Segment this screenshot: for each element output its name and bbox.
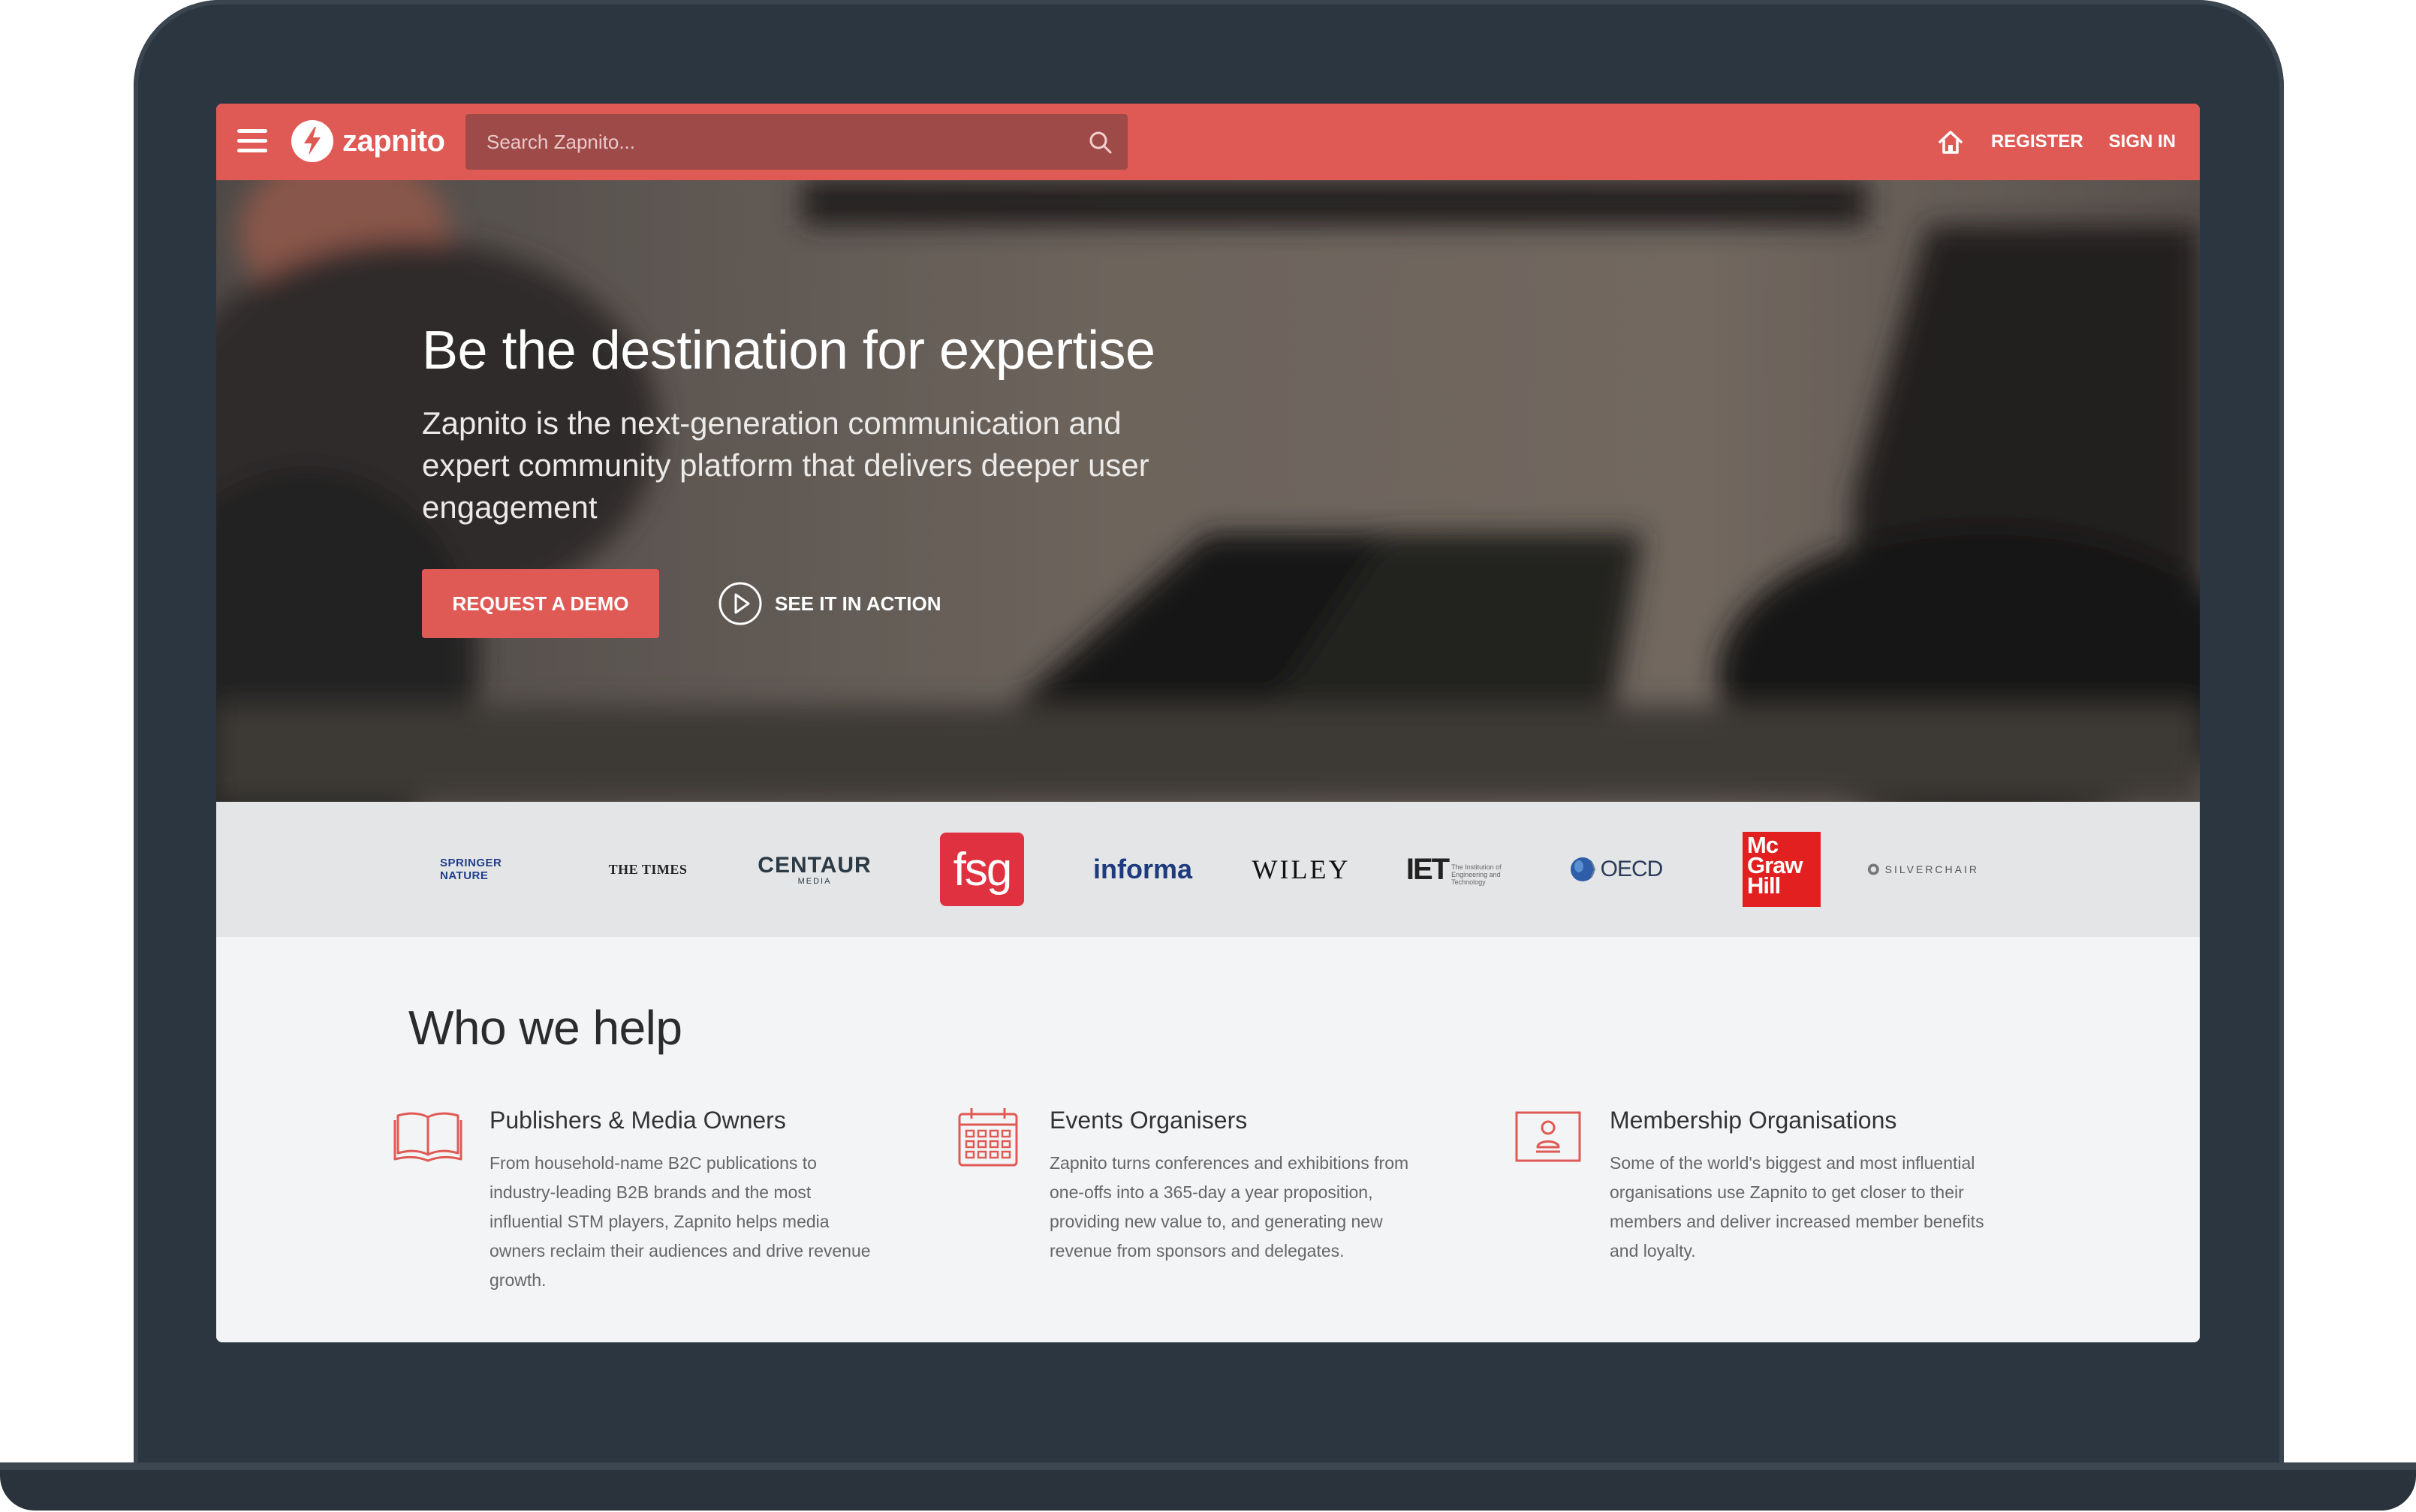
laptop-base-edge xyxy=(0,1462,2416,1470)
register-link[interactable]: REGISTER xyxy=(1991,131,2083,152)
section-title: Who we help xyxy=(408,1001,682,1055)
search-input[interactable] xyxy=(485,129,1059,155)
card-description: From household-name B2C publications to … xyxy=(490,1153,871,1290)
globe-icon xyxy=(1570,857,1595,881)
sign-in-link[interactable]: SIGN IN xyxy=(2109,131,2176,152)
card-description: Zapnito turns conferences and exhibition… xyxy=(1050,1153,1409,1261)
hamburger-menu-icon[interactable] xyxy=(237,129,267,153)
see-it-in-action-link[interactable]: SEE IT IN ACTION xyxy=(718,581,941,626)
iet-logo: IET The Institution of Engineering and T… xyxy=(1405,852,1502,887)
request-demo-button[interactable]: REQUEST A DEMO xyxy=(422,569,659,638)
play-circle-icon xyxy=(718,582,762,625)
search-bar[interactable] xyxy=(465,114,1128,170)
wiley-logo: WILEY xyxy=(1252,854,1351,884)
book-icon xyxy=(393,1112,462,1162)
hero-section: Be the destination for expertise Zapnito… xyxy=(216,180,2200,802)
who-we-help-section: Who we help Publishers & Media Owners Fr… xyxy=(216,937,2200,1342)
informa-logo: informa xyxy=(1092,854,1192,884)
brand-logo[interactable]: zapnito xyxy=(291,120,445,162)
mcgraw-hill-logo: Mc Graw Hill xyxy=(1740,802,1823,937)
laptop-screen: zapnito REGISTER SIGN IN xyxy=(216,104,2200,1342)
home-icon[interactable] xyxy=(1936,127,1966,157)
card-title: Membership Organisations xyxy=(1610,1107,1897,1134)
top-navbar: zapnito REGISTER SIGN IN xyxy=(216,104,2200,180)
calendar-icon xyxy=(958,1108,1018,1167)
silverchair-logo: SILVERCHAIR xyxy=(1866,802,1979,937)
card-title: Publishers & Media Owners xyxy=(490,1107,786,1134)
hero-title: Be the destination for expertise xyxy=(422,321,1155,381)
card-description: Some of the world's biggest and most inf… xyxy=(1610,1153,1984,1261)
fsg-logo: fsg xyxy=(938,802,1026,937)
see-it-in-action-label: SEE IT IN ACTION xyxy=(775,592,941,615)
centaur-media-logo: CENTAUR MEDIA xyxy=(758,853,872,886)
brand-name: zapnito xyxy=(342,124,445,158)
member-card-icon xyxy=(1515,1111,1581,1162)
hero-subtitle: Zapnito is the next-generation communica… xyxy=(422,405,1149,525)
nav-actions: REGISTER SIGN IN xyxy=(1936,104,2176,180)
lightning-bolt-icon xyxy=(291,120,333,162)
oecd-logo: OECD xyxy=(1560,802,1671,937)
card-title: Events Organisers xyxy=(1050,1107,1248,1134)
silverchair-mark-icon xyxy=(1867,863,1879,875)
springer-nature-logo: SPRINGER NATURE xyxy=(440,857,502,882)
search-icon[interactable] xyxy=(1087,129,1114,156)
client-logos-strip: SPRINGER NATURE THE TIMES CENTAUR MEDIA … xyxy=(216,802,2200,937)
the-times-logo: THE TIMES xyxy=(608,861,688,877)
